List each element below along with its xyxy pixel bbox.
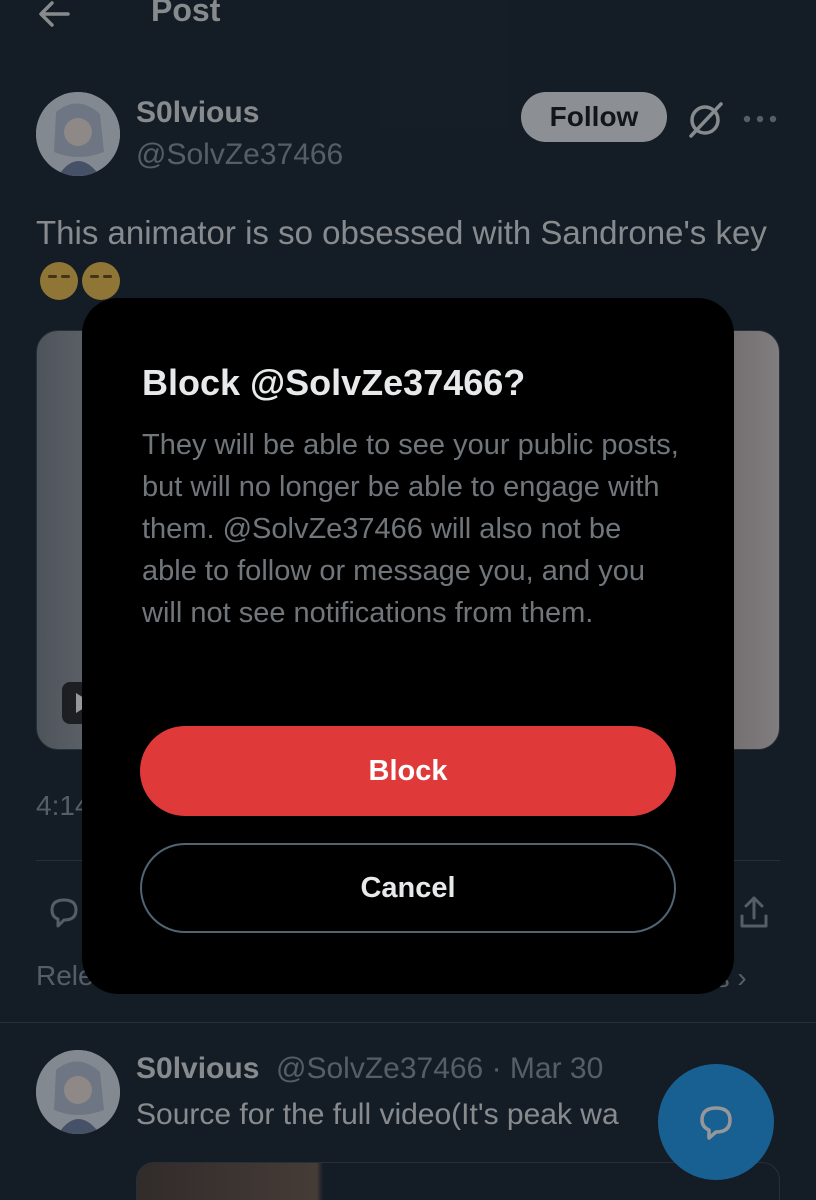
block-confirm-button[interactable]: Block (140, 726, 676, 816)
cancel-button[interactable]: Cancel (140, 843, 676, 933)
dialog-title: Block @SolvZe37466? (142, 362, 526, 403)
dialog-body: They will be able to see your public pos… (142, 429, 679, 629)
block-dialog: Block @SolvZe37466? They will be able to… (82, 298, 734, 994)
